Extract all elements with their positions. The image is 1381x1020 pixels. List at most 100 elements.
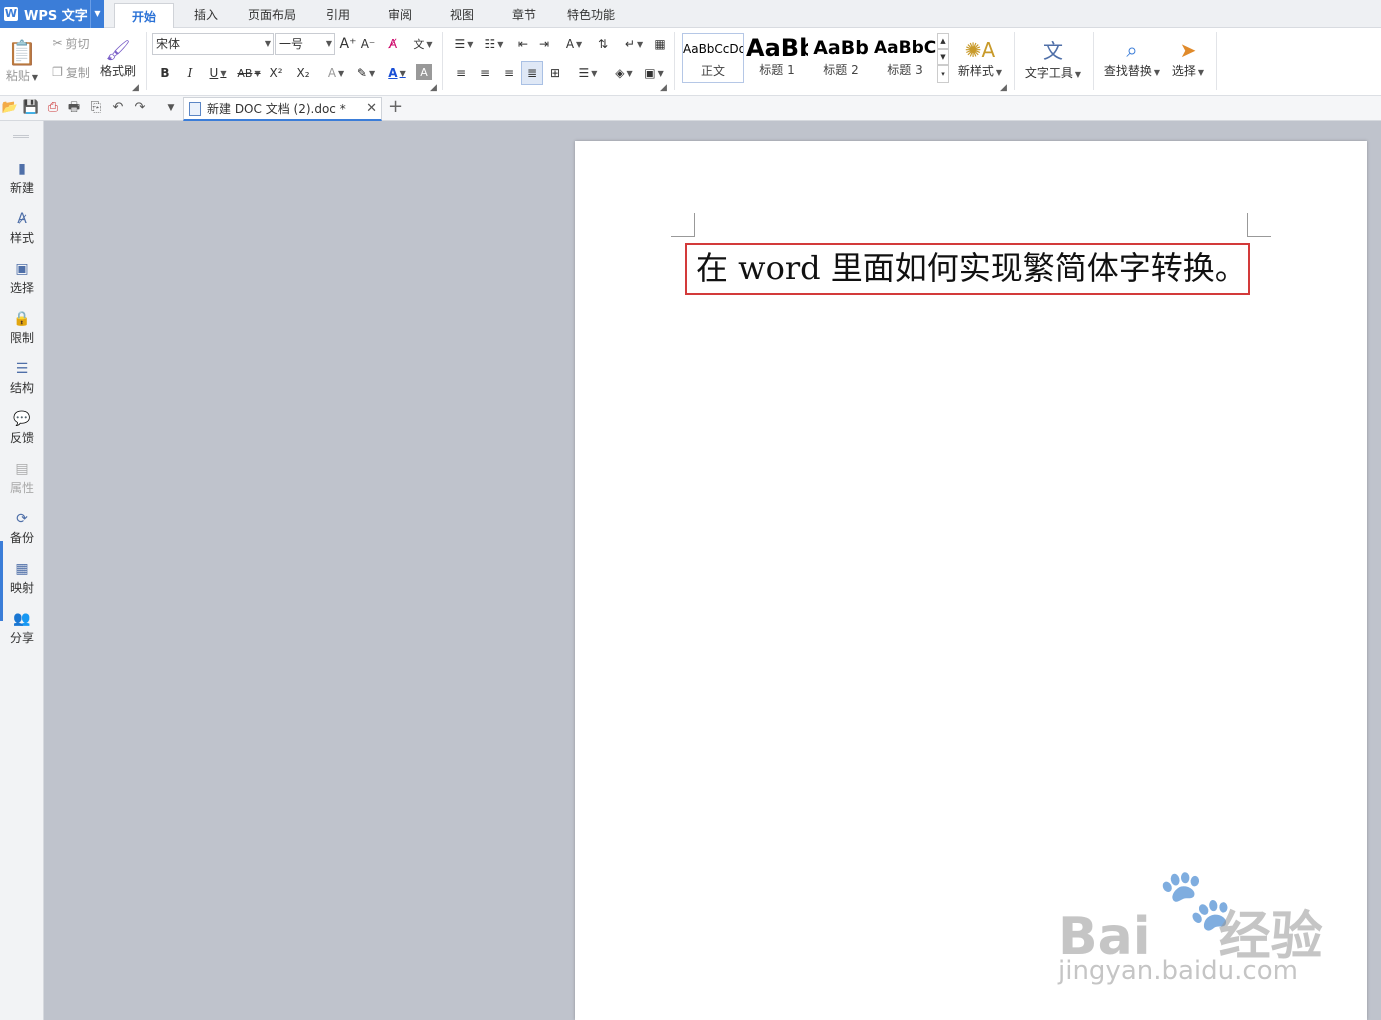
select-button[interactable]: ➤ 选择 ▼ (1168, 32, 1208, 84)
italic-button[interactable]: I (181, 62, 199, 84)
styles-expand-icon[interactable]: ◢ (1000, 83, 1007, 93)
clear-format-button[interactable]: A̸ (383, 34, 403, 54)
document-tab[interactable]: 新建 DOC 文档 (2).doc * ✕ (183, 97, 382, 121)
customize-quick-access-icon[interactable]: ▼ (162, 99, 180, 117)
decrease-indent-icon: ⇤ (517, 37, 529, 51)
align-left-button[interactable]: ≡ (452, 62, 470, 84)
tab-start[interactable]: 开始 (114, 3, 174, 29)
print-preview-icon[interactable]: ⎘ (87, 99, 105, 117)
align-center-icon: ≡ (479, 66, 491, 80)
numbered-list-button[interactable]: ☷ ▼ (480, 34, 508, 54)
redo-icon[interactable]: ↷ (131, 99, 149, 117)
separator (1014, 32, 1015, 90)
phonetic-guide-button[interactable]: 文 ▼ (408, 34, 438, 54)
superscript-button[interactable]: X² (266, 62, 286, 84)
app-dropdown-icon[interactable]: ▼ (90, 0, 104, 28)
highlighter-icon: ✎ (356, 66, 367, 80)
shrink-font-button[interactable]: A⁻ (359, 34, 377, 54)
undo-icon[interactable]: ↶ (109, 99, 127, 117)
sidebar-item-select[interactable]: ▣ 选择 (0, 259, 44, 303)
sidebar-item-mapping[interactable]: ▦ 映射 (0, 559, 44, 603)
app-menu-button[interactable]: W WPS 文字 ▼ (0, 0, 104, 28)
styles-scroll-up[interactable]: ▲ (937, 33, 949, 49)
align-right-icon: ≡ (503, 66, 515, 80)
style-heading-3[interactable]: AaBbC 标题 3 (874, 33, 936, 83)
export-pdf-icon[interactable]: ⎙ (44, 99, 62, 117)
underline-button[interactable]: U ▼ (204, 62, 232, 84)
change-case-icon: A (565, 37, 575, 51)
tab-chapter[interactable]: 章节 (500, 0, 548, 28)
bold-button[interactable]: B (156, 62, 174, 84)
cut-button[interactable]: ✂ 剪切 (48, 32, 94, 54)
sidebar-item-label: 备份 (9, 531, 34, 545)
new-doc-icon: ▮ (18, 161, 26, 177)
sidebar-item-label: 分享 (9, 631, 34, 645)
sort-button[interactable]: ⇅ (594, 34, 612, 54)
grow-font-button[interactable]: A⁺ (339, 34, 357, 54)
font-color-button[interactable]: A ▼ (383, 62, 411, 84)
backup-icon: ⟳ (16, 511, 28, 527)
document-tab-title: 新建 DOC 文档 (2).doc * (207, 102, 346, 116)
paragraph-expand-icon[interactable]: ◢ (660, 83, 667, 93)
show-marks-button[interactable]: ↵ ▼ (620, 34, 648, 54)
format-painter-button[interactable]: 🖌 格式刷 (98, 32, 138, 84)
tab-references[interactable]: 引用 (314, 0, 362, 28)
close-icon[interactable]: ✕ (366, 101, 377, 116)
style-heading-2[interactable]: AaBb 标题 2 (810, 33, 872, 83)
style-normal[interactable]: AaBbCcDd 正文 (682, 33, 744, 83)
tab-special-features[interactable]: 特色功能 (560, 0, 622, 28)
distributed-icon: ⊞ (549, 66, 561, 80)
sidebar-item-backup[interactable]: ⟳ 备份 (0, 509, 44, 553)
sidebar-item-share[interactable]: 👥 分享 (0, 609, 44, 653)
decrease-indent-button[interactable]: ⇤ (514, 34, 532, 54)
highlight-button[interactable]: ✎ ▼ (352, 62, 380, 84)
line-spacing-button[interactable]: ☰ ▼ (574, 62, 602, 84)
find-replace-button[interactable]: ⌕ 查找替换 ▼ (1101, 32, 1163, 84)
bullet-list-button[interactable]: ☰ ▼ (450, 34, 478, 54)
sidebar-item-restrict[interactable]: 🔒 限制 (0, 309, 44, 353)
copy-button[interactable]: ❐ 复制 (48, 61, 94, 83)
change-case-button[interactable]: A ▼ (560, 34, 588, 54)
font-size-select[interactable]: 一号 ▼ (275, 33, 335, 55)
distributed-button[interactable]: ⊞ (545, 62, 565, 84)
justify-button[interactable]: ≣ (521, 61, 543, 85)
sidebar-item-new[interactable]: ▮ 新建 (0, 159, 44, 203)
save-icon[interactable]: 💾 (22, 99, 40, 117)
table-button[interactable]: ▦ (651, 34, 669, 54)
ribbon-toolbar: 📋 粘贴 ▼ ✂ 剪切 ❐ 复制 🖌 格式刷 ◢ 宋体 ▼ 一号 ▼ A⁺ A⁻ … (0, 28, 1381, 96)
sidebar-item-properties[interactable]: ▤ 属性 (0, 459, 44, 503)
styles-more[interactable]: ▾ (937, 65, 949, 83)
paste-button[interactable]: 📋 粘贴 ▼ (4, 32, 40, 90)
char-shading-icon: A (420, 65, 428, 79)
text-tools-button[interactable]: 文 文字工具 ▼ (1022, 32, 1084, 84)
print-icon[interactable]: 🖶 (65, 99, 83, 117)
document-body-text[interactable]: 在 word 里面如何实现繁简体字转换。 (685, 243, 1250, 295)
sidebar-item-structure[interactable]: ☰ 结构 (0, 359, 44, 403)
sidebar-item-style[interactable]: A̷ 样式 (0, 209, 44, 253)
align-right-button[interactable]: ≡ (500, 62, 518, 84)
new-tab-plus-icon[interactable]: + (388, 96, 403, 117)
tab-insert[interactable]: 插入 (180, 0, 232, 28)
subscript-button[interactable]: X₂ (292, 62, 314, 84)
align-center-button[interactable]: ≡ (476, 62, 494, 84)
sidebar-grip[interactable] (13, 135, 29, 138)
borders-button[interactable]: ▣ ▼ (640, 62, 668, 84)
new-style-button[interactable]: ✺A 新样式 ▼ (954, 32, 1006, 84)
tab-page-layout[interactable]: 页面布局 (240, 0, 304, 28)
font-name-select[interactable]: 宋体 ▼ (152, 33, 274, 55)
strikethrough-button[interactable]: AB ▼ (234, 62, 264, 84)
style-heading-1[interactable]: AaBb 标题 1 (746, 33, 808, 83)
increase-indent-button[interactable]: ⇥ (535, 34, 553, 54)
open-folder-icon[interactable]: 📂 (1, 99, 19, 117)
tab-view[interactable]: 视图 (438, 0, 486, 28)
font-expand-icon[interactable]: ◢ (430, 83, 437, 93)
tab-review[interactable]: 审阅 (376, 0, 424, 28)
text-effect-button[interactable]: A ▼ (322, 62, 350, 84)
cut-label: 剪切 (65, 36, 90, 51)
sidebar-item-feedback[interactable]: 💬 反馈 (0, 409, 44, 453)
clipboard-expand-icon[interactable]: ◢ (132, 83, 139, 93)
chevron-down-icon: ▼ (940, 53, 946, 61)
shading-button[interactable]: ◈ ▼ (610, 62, 638, 84)
char-shading-button[interactable]: A (416, 64, 432, 80)
styles-scroll-down[interactable]: ▼ (937, 49, 949, 65)
